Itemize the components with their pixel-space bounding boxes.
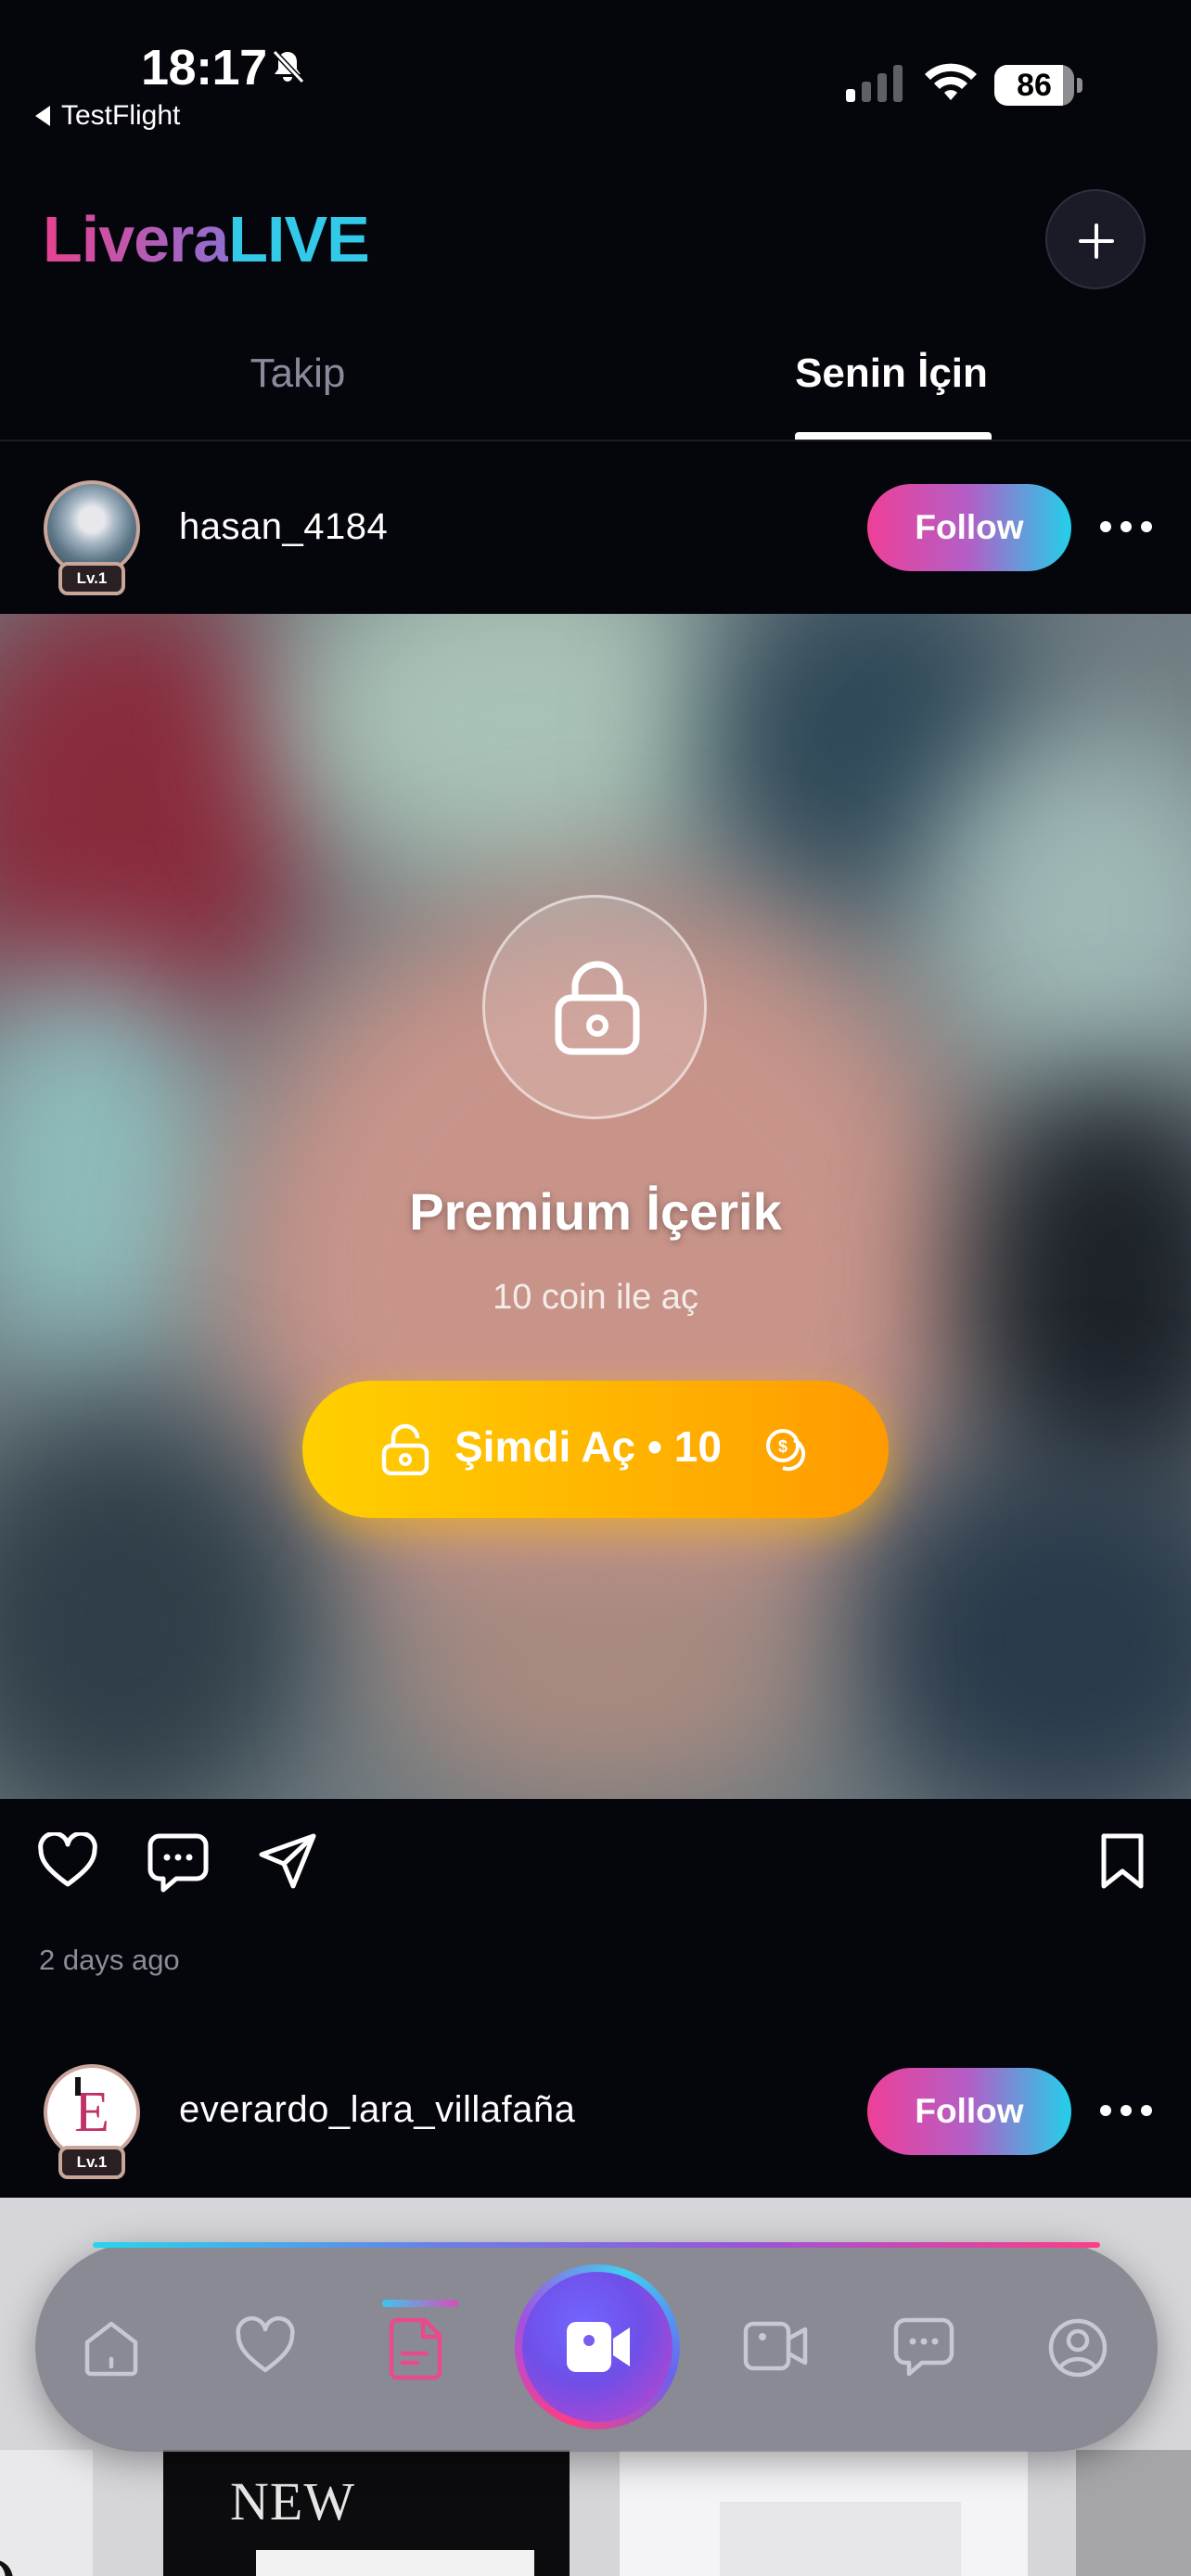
post-timestamp: 2 days ago [39,1944,180,1976]
follow-button[interactable]: Follow [867,2068,1071,2155]
logo-text-part2: LIVE [228,203,370,275]
lock-icon [555,961,640,1055]
go-live-button[interactable] [515,2264,680,2429]
post-username[interactable]: everardo_lara_villafaña [179,2089,575,2131]
battery-indicator: 86 [994,65,1082,106]
heart-icon[interactable] [234,2316,297,2376]
unlock-icon [381,1423,429,1475]
app-logo: LiveraLIVE [43,202,370,276]
bookmark-icon[interactable] [1098,1832,1146,1890]
coin-icon: $ [766,1429,806,1472]
level-badge: Lv.1 [58,2146,125,2179]
like-heart-icon[interactable] [37,1832,98,1890]
posts-icon[interactable] [388,2316,447,2381]
more-options-icon[interactable] [1100,517,1152,536]
more-options-icon[interactable] [1100,2101,1152,2120]
profile-icon[interactable] [1046,2316,1109,2379]
share-send-icon[interactable] [258,1832,317,1892]
level-badge: Lv.1 [58,562,125,595]
home-icon[interactable] [80,2316,143,2379]
back-app-label: TestFlight [61,100,181,131]
unlock-now-button[interactable]: Şimdi Aç • 10 $ [302,1381,889,1518]
nav-glow-line [93,2242,1100,2248]
svg-text:$: $ [778,1437,788,1456]
add-post-button[interactable] [1045,189,1146,289]
status-time: 18:17 [141,40,267,96]
bell-off-icon [272,49,305,84]
cellular-signal-icon [846,65,903,102]
premium-content-subtitle: 10 coin ile aç [493,1278,698,1317]
back-to-app-link[interactable]: TestFlight [35,100,180,132]
live-camera-icon [567,2322,630,2372]
lock-badge [482,895,707,1119]
unlock-button-label: Şimdi Aç • 10 [455,1422,722,1471]
wifi-icon [925,63,977,100]
tab-divider [0,440,1191,441]
preview-poster-text: NEW [230,2471,356,2531]
video-icon[interactable] [742,2316,809,2376]
app-screen: 18:17 TestFlight 86 LiveraLIVE Takip Sen… [0,0,1191,2576]
battery-percent: 86 [1017,68,1052,103]
tab-for-you[interactable]: Senin İçin [706,351,1077,397]
preview-left-text: O [0,2543,17,2576]
back-arrow-icon [35,106,50,126]
bottom-nav-bar [35,2242,1158,2452]
post-username[interactable]: hasan_4184 [179,506,388,548]
post-media-locked[interactable]: Premium İçerik 10 coin ile aç Şimdi Aç •… [0,614,1191,1799]
follow-button[interactable]: Follow [867,484,1071,571]
tab-following[interactable]: Takip [112,351,483,397]
logo-text-part1: Livera [43,203,229,275]
comment-icon[interactable] [147,1832,210,1894]
active-tab-indicator [795,432,992,440]
avatar-letter: E [74,2081,109,2144]
active-nav-indicator [382,2300,458,2307]
premium-content-title: Premium İçerik [409,1182,782,1241]
messages-icon[interactable] [892,2316,955,2378]
